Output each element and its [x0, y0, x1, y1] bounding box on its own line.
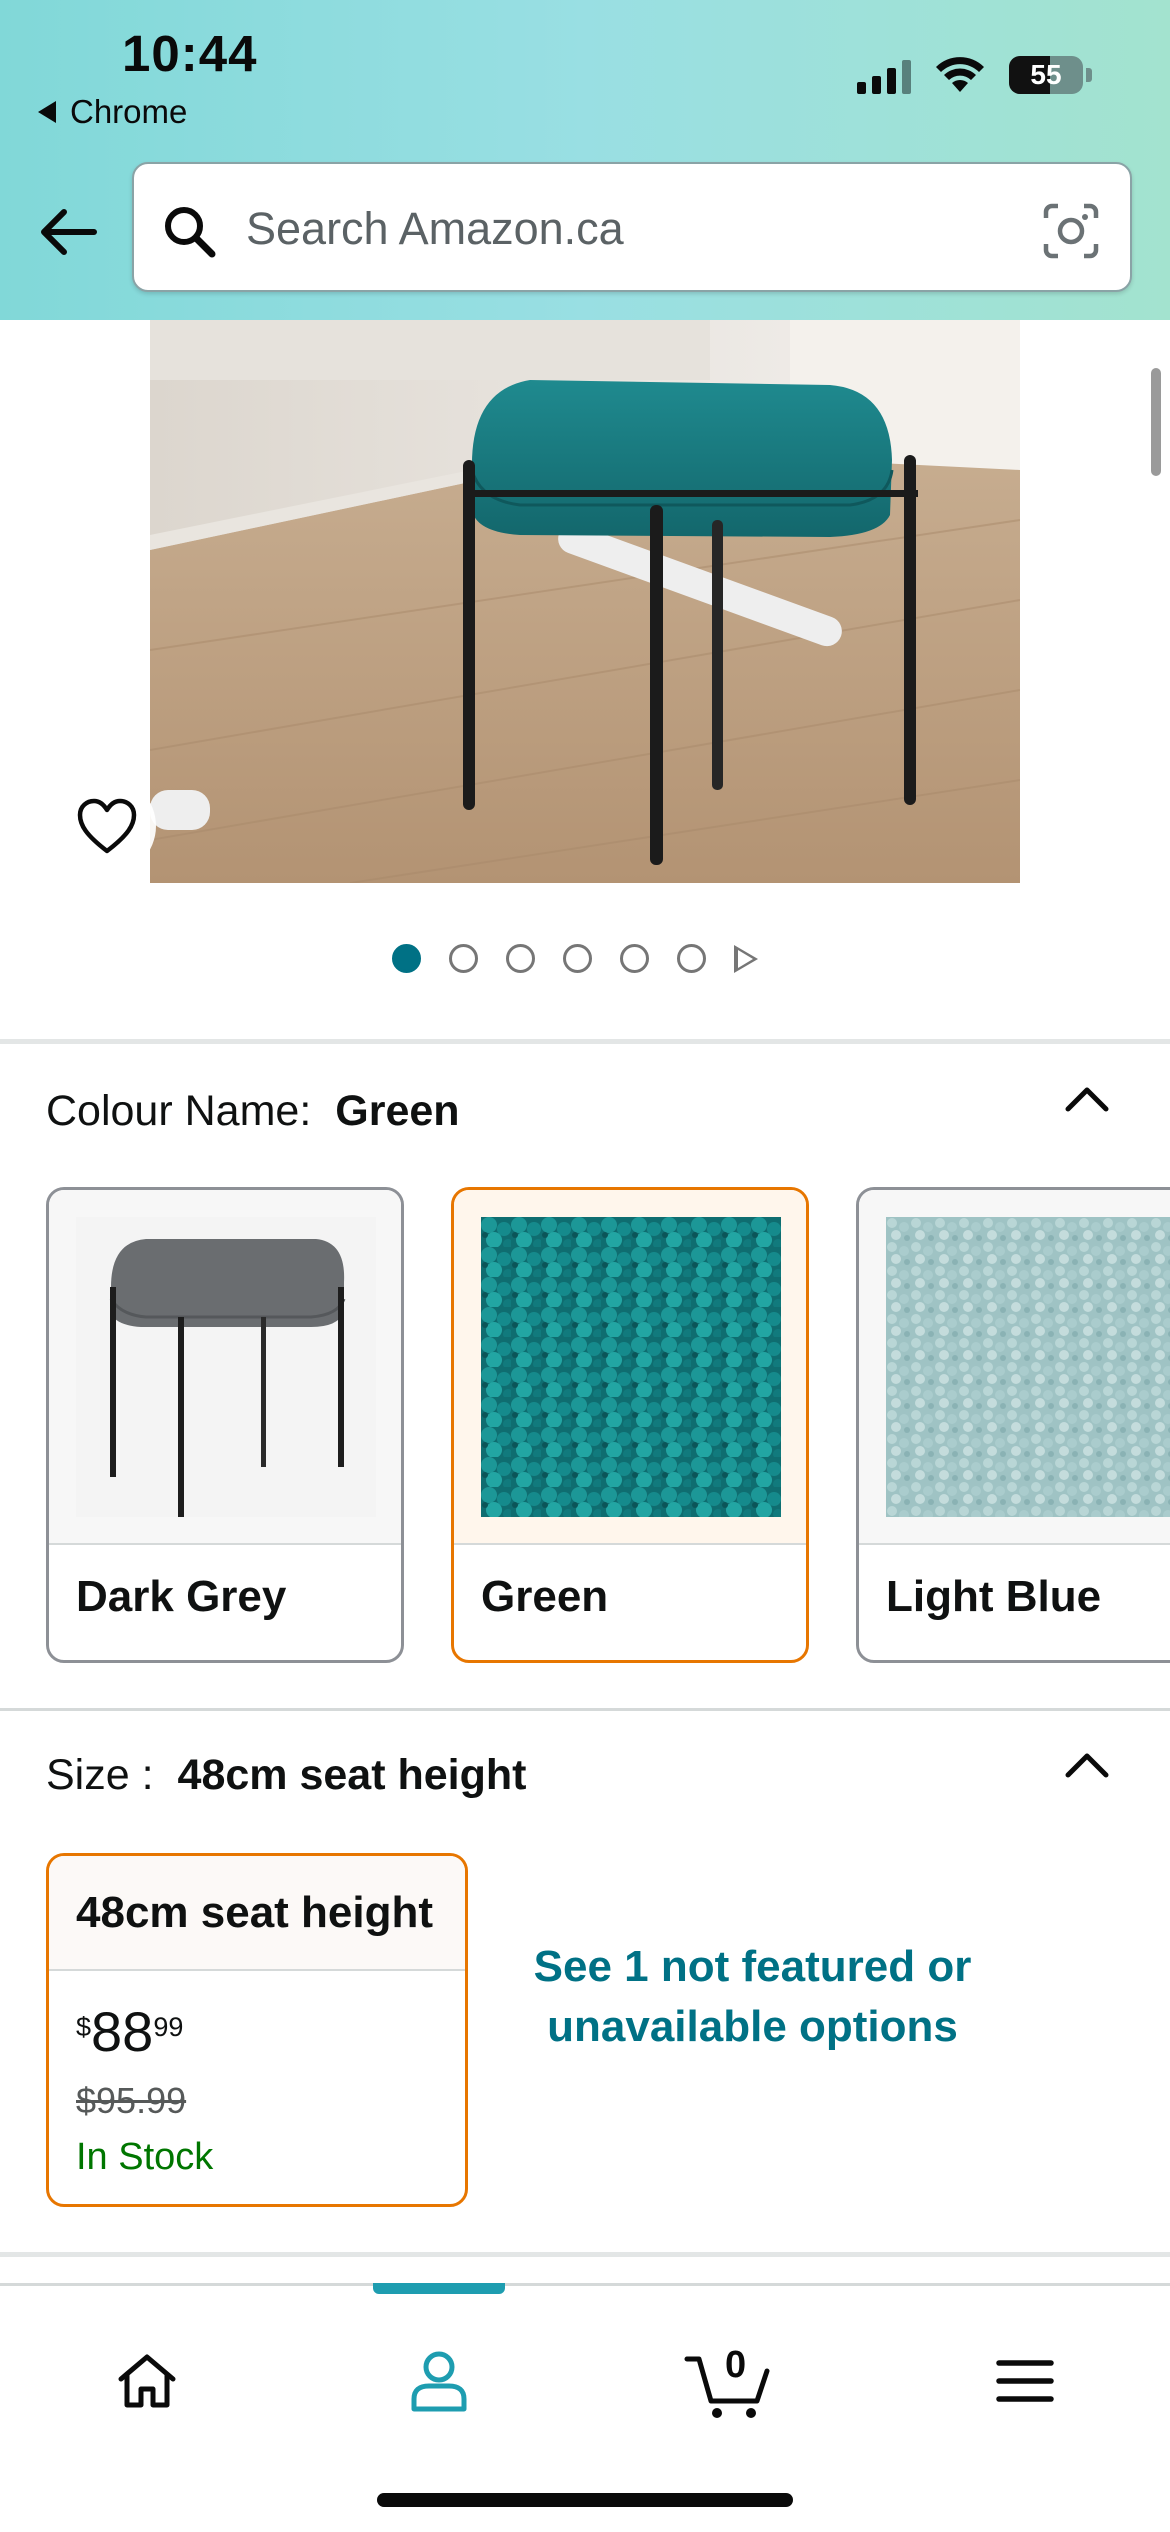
back-arrow-icon[interactable]: [36, 200, 100, 264]
status-time: 10:44: [122, 25, 258, 82]
nav-home[interactable]: [72, 2326, 222, 2436]
image-dot-5[interactable]: [620, 944, 649, 973]
search-input[interactable]: [246, 192, 1006, 266]
size-heading: Size : 48cm seat height: [46, 1751, 526, 1800]
nav-menu[interactable]: [950, 2326, 1100, 2436]
colour-option-name: Green: [481, 1572, 609, 1621]
back-to-app[interactable]: Chrome: [38, 93, 187, 131]
scrollbar[interactable]: [1151, 368, 1161, 476]
light-blue-fabric-swatch-image: [886, 1217, 1170, 1517]
price-whole: 88: [91, 2000, 154, 2063]
battery-level: 55: [1030, 59, 1062, 90]
size-option-48cm[interactable]: 48cm seat height $ 88 99 $95.99 In Stock: [46, 1853, 468, 2207]
stock-status: In Stock: [76, 2136, 214, 2178]
colour-option-green[interactable]: Green: [451, 1187, 809, 1663]
colour-option-name: Dark Grey: [76, 1572, 287, 1621]
account-icon: [411, 2351, 467, 2412]
green-fabric-swatch-image: [481, 1217, 781, 1517]
size-option-name: 48cm seat height: [76, 1888, 434, 1937]
home-icon: [118, 2354, 176, 2408]
nav-cart[interactable]: 0: [654, 2326, 804, 2436]
price-currency: $: [76, 2012, 92, 2042]
active-tab-indicator: [373, 2283, 505, 2294]
search-bar[interactable]: [132, 162, 1132, 292]
dark-grey-stool-image: [76, 1217, 376, 1517]
heart-icon: [77, 798, 137, 854]
play-video-icon[interactable]: [734, 944, 758, 973]
colour-option-dark-grey[interactable]: Dark Grey: [46, 1187, 404, 1663]
size-collapse-chevron-icon[interactable]: [1064, 1749, 1110, 1779]
home-indicator[interactable]: [377, 2493, 793, 2507]
green-stool-photo: [150, 320, 1020, 883]
cellular-signal-icon: [857, 58, 911, 94]
image-dot-1[interactable]: [392, 944, 421, 973]
colour-collapse-chevron-icon[interactable]: [1064, 1083, 1110, 1113]
colour-label: Colour Name:: [46, 1087, 312, 1135]
size-label: Size :: [46, 1751, 154, 1799]
status-indicators: 55: [857, 56, 1092, 94]
list-price: $95.99: [76, 2080, 187, 2121]
image-dot-3[interactable]: [506, 944, 535, 973]
back-app-label: Chrome: [70, 93, 188, 130]
wishlist-button[interactable]: [58, 777, 156, 875]
battery-indicator: 55: [1009, 56, 1092, 94]
see-unavailable-options-link[interactable]: See 1 not featured or unavailable option…: [520, 1937, 985, 2057]
nav-account[interactable]: [364, 2326, 514, 2436]
battery-icon: 55: [1009, 56, 1083, 94]
back-triangle-icon: [38, 101, 56, 123]
product-image[interactable]: [150, 320, 1020, 883]
size-selected: 48cm seat height: [177, 1751, 527, 1799]
divider: [0, 1708, 1170, 1711]
camera-lens-icon[interactable]: [1042, 202, 1100, 260]
colour-heading: Colour Name: Green: [46, 1087, 460, 1136]
price-fraction: 99: [153, 2012, 184, 2042]
colour-option-light-blue[interactable]: Light Blue: [856, 1187, 1170, 1663]
divider: [0, 1039, 1170, 1044]
divider: [0, 2252, 1170, 2257]
image-dot-4[interactable]: [563, 944, 592, 973]
colour-selected: Green: [335, 1087, 460, 1135]
header: 10:44 Chrome 55: [0, 0, 1170, 320]
image-dot-2[interactable]: [449, 944, 478, 973]
image-pagination[interactable]: [392, 944, 758, 973]
price: $ 88 99: [76, 2004, 183, 2060]
hamburger-menu-icon: [996, 2360, 1054, 2402]
cart-count: 0: [725, 2344, 747, 2386]
search-icon: [165, 207, 216, 258]
colour-option-name: Light Blue: [886, 1572, 1102, 1621]
wifi-icon: [936, 57, 984, 92]
image-dot-6[interactable]: [677, 944, 706, 973]
